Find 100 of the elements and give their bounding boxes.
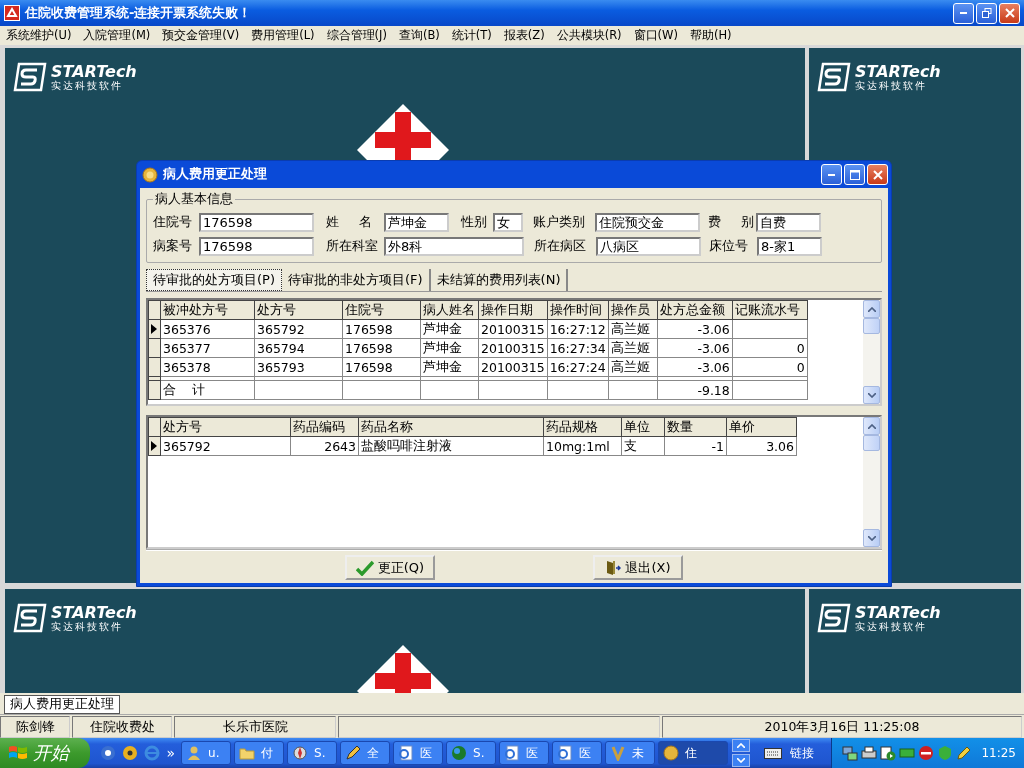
- table-cell: 176598: [345, 359, 393, 375]
- restore-button[interactable]: [976, 2, 997, 24]
- scroll-down-button[interactable]: [732, 754, 751, 767]
- column-header[interactable]: 操作员: [608, 300, 658, 320]
- minimize-icon: [960, 12, 967, 14]
- text-field[interactable]: 8-家1: [757, 236, 822, 256]
- scroll-down-button[interactable]: [863, 386, 880, 404]
- table-cell: 2643: [324, 438, 356, 454]
- menu-item[interactable]: 查询(B): [392, 28, 446, 43]
- column-header[interactable]: 药品编码: [290, 417, 359, 437]
- caret-down-icon: [867, 535, 876, 541]
- logo-wordmark: STARTech: [51, 62, 137, 80]
- column-header[interactable]: 记账流水号: [732, 300, 808, 320]
- text-field[interactable]: 住院预交金: [595, 212, 700, 232]
- close-button[interactable]: [867, 164, 888, 185]
- media-play-icon[interactable]: [880, 745, 897, 761]
- menu-item[interactable]: 报表(Z): [497, 28, 551, 43]
- vertical-scrollbar[interactable]: [863, 417, 880, 547]
- scroll-up-button[interactable]: [863, 300, 880, 318]
- column-header[interactable]: 单位: [621, 417, 665, 437]
- column-header[interactable]: 药品名称: [358, 417, 544, 437]
- taskbar-button[interactable]: 医: [499, 741, 550, 765]
- column-header[interactable]: 处方总金额: [657, 300, 733, 320]
- keyboard-icon[interactable]: [764, 747, 783, 759]
- close-button[interactable]: [999, 2, 1020, 24]
- table-cell: 365378: [163, 359, 211, 375]
- caret-up-icon: [737, 743, 746, 748]
- taskbar-button[interactable]: 未: [605, 741, 656, 765]
- table-cell: 高兰姬: [610, 320, 650, 336]
- text-field[interactable]: 女: [493, 212, 523, 232]
- maximize-button[interactable]: [844, 164, 865, 185]
- window-tab[interactable]: 病人费用更正处理: [4, 695, 120, 714]
- stop-sign-icon[interactable]: [918, 745, 935, 761]
- more-quick-launch-button[interactable]: »: [166, 745, 176, 761]
- taskbar-button[interactable]: 医: [393, 741, 444, 765]
- pencil-icon[interactable]: [956, 745, 973, 761]
- taskbar-button[interactable]: S.: [446, 741, 497, 765]
- pen-icon: [345, 745, 362, 761]
- scroll-down-button[interactable]: [863, 529, 880, 547]
- taskbar-button[interactable]: u.: [181, 741, 232, 765]
- menu-item[interactable]: 费用管理(L): [245, 28, 321, 43]
- scroll-thumb[interactable]: [863, 318, 880, 334]
- taskbar-button[interactable]: 全: [340, 741, 391, 765]
- field-label: 所在病区: [534, 237, 587, 255]
- taskbar-button[interactable]: 医: [552, 741, 603, 765]
- printer-icon[interactable]: [861, 745, 878, 761]
- field-label: 账户类别: [533, 213, 586, 231]
- menu-item[interactable]: 系统维护(U): [0, 28, 78, 43]
- scroll-up-button[interactable]: [732, 739, 751, 752]
- menu-item[interactable]: 入院管理(M): [77, 28, 157, 43]
- caret-down-icon: [867, 392, 876, 398]
- links-toolbar-label[interactable]: 链接: [790, 744, 815, 762]
- tab[interactable]: 待审批的处方项目(P): [146, 269, 282, 291]
- field-label: 费 别: [708, 213, 755, 231]
- column-header[interactable]: 住院号: [342, 300, 421, 320]
- disc-icon[interactable]: [122, 745, 139, 761]
- table-cell: 176598: [345, 340, 393, 356]
- taskbar-button[interactable]: S.: [287, 741, 338, 765]
- start-button[interactable]: 开始: [0, 738, 91, 768]
- minimize-button[interactable]: [953, 2, 974, 24]
- logo-mark-icon: [817, 62, 851, 92]
- text-field[interactable]: 八病区: [596, 236, 701, 256]
- exit-button[interactable]: 退出(X): [593, 555, 683, 580]
- document-icon: [557, 745, 574, 761]
- table-cell: 365377: [163, 340, 211, 356]
- menu-item[interactable]: 预交金管理(V): [156, 28, 246, 43]
- text-field[interactable]: 176598: [199, 236, 314, 256]
- column-header[interactable]: 处方号: [254, 300, 343, 320]
- text-field[interactable]: 自费: [756, 212, 821, 232]
- menu-item[interactable]: 综合管理(J): [320, 28, 393, 43]
- scroll-thumb[interactable]: [863, 435, 880, 451]
- column-header[interactable]: 处方号: [160, 417, 291, 437]
- text-field[interactable]: 176598: [199, 212, 314, 232]
- text-field[interactable]: 芦坤金: [384, 212, 449, 232]
- menu-item[interactable]: 统计(T): [445, 28, 498, 43]
- table-cell: 芦坤金: [423, 339, 462, 355]
- vertical-scrollbar[interactable]: [863, 300, 880, 404]
- minimize-button[interactable]: [821, 164, 842, 185]
- menu-item[interactable]: 窗口(W): [627, 28, 684, 43]
- network-icon[interactable]: [842, 745, 859, 761]
- table-cell: 365792: [163, 438, 211, 454]
- column-header[interactable]: 单价: [726, 417, 797, 437]
- column-header[interactable]: 被冲处方号: [160, 300, 255, 320]
- column-header[interactable]: 操作日期: [478, 300, 548, 320]
- column-header[interactable]: 药品规格: [543, 417, 622, 437]
- scroll-up-button[interactable]: [863, 417, 880, 435]
- logo-wordmark: STARTech: [51, 603, 137, 621]
- column-header[interactable]: 操作时间: [547, 300, 609, 320]
- clock: 11:25: [981, 746, 1016, 760]
- column-header[interactable]: 数量: [664, 417, 727, 437]
- app-logo-icon: [4, 5, 20, 21]
- taskbar-button[interactable]: 付: [234, 741, 285, 765]
- correct-button[interactable]: 更正(Q): [345, 555, 435, 580]
- taskbar-button[interactable]: 住: [658, 741, 729, 765]
- menu-item[interactable]: 帮助(H): [683, 28, 738, 43]
- field-label: 床位号: [709, 237, 749, 255]
- menu-item[interactable]: 公共模块(R): [550, 28, 628, 43]
- text-field[interactable]: 外8科: [384, 236, 524, 256]
- table-cell: 0: [796, 359, 805, 375]
- column-header[interactable]: 病人姓名: [420, 300, 479, 320]
